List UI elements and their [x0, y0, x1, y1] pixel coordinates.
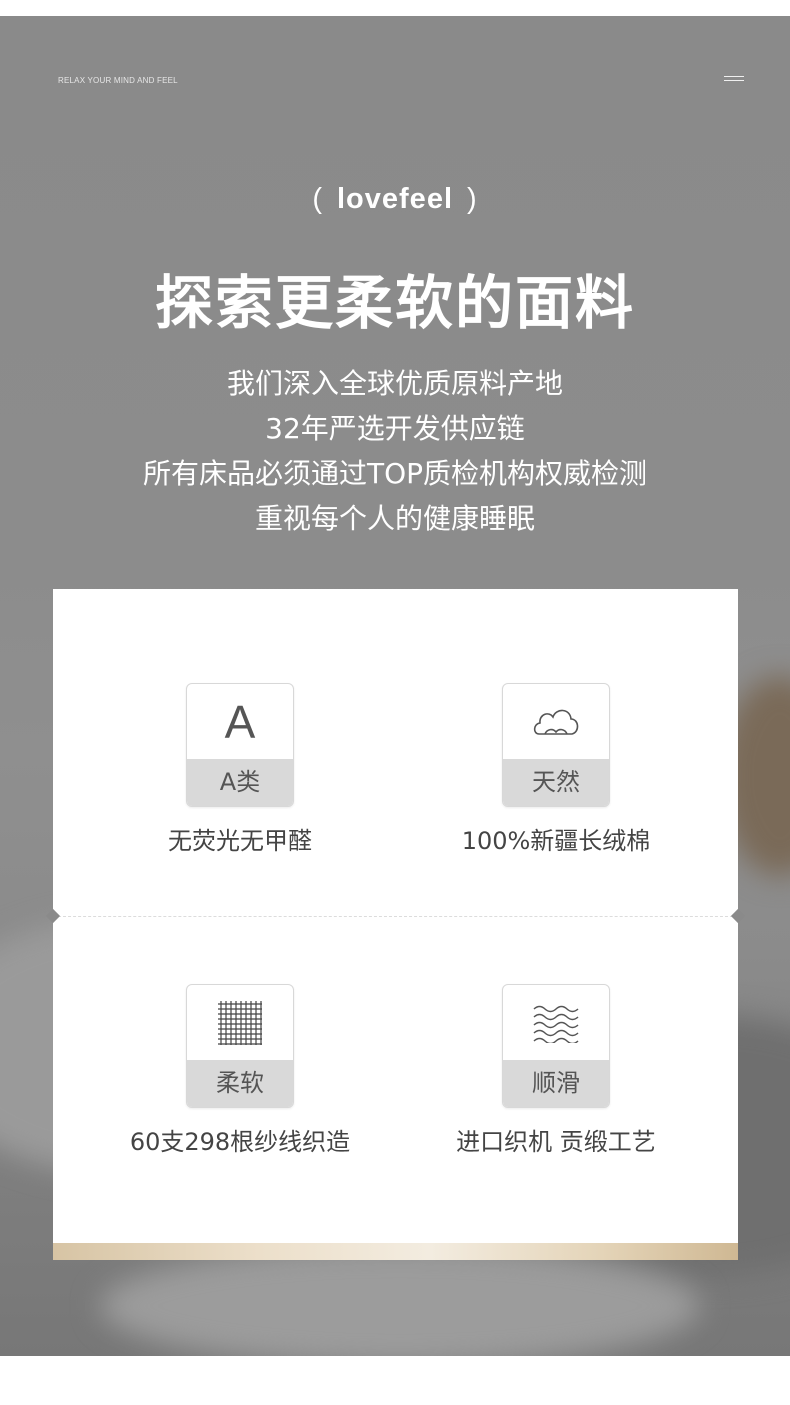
feature-caption: 60支298根纱线织造 — [129, 1128, 351, 1156]
feature-badge: 顺滑 — [502, 984, 610, 1108]
brand-right-paren: ) — [467, 183, 478, 215]
brand-name: lovefeel — [337, 183, 453, 215]
feature-caption: 进口织机 贡缎工艺 — [456, 1128, 656, 1156]
feature-item-natural: 天然 100%新疆长绒棉 — [426, 683, 686, 856]
description-line: 我们深入全球优质原料产地 — [226, 367, 563, 400]
feature-item-smooth: 顺滑 进口织机 贡缎工艺 — [426, 984, 686, 1157]
feature-item-soft: 柔软 60支298根纱线织造 — [110, 984, 370, 1157]
letter-a-icon: A — [187, 684, 293, 759]
feature-badge: 天然 — [502, 683, 610, 807]
brand-title: ( lovefeel) — [0, 183, 790, 216]
badge-label: 柔软 — [187, 1060, 293, 1107]
badge-label: A类 — [187, 759, 293, 806]
feature-caption: 100%新疆长绒棉 — [461, 827, 651, 855]
feature-item-a-class: A A类 无荧光无甲醛 — [110, 683, 370, 856]
header-tagline: RELAX YOUR MIND AND FEEL — [58, 76, 178, 85]
page-headline: 探索更柔软的面料 — [154, 269, 635, 337]
letter-a-glyph: A — [224, 695, 256, 748]
hero-description: 我们深入全球优质原料产地 32年严选开发供应链 所有床品必须通过TOP质检机构权… — [0, 361, 790, 541]
description-line: 重视每个人的健康睡眠 — [254, 502, 535, 535]
page: RELAX YOUR MIND AND FEEL ( lovefeel) 探索更柔… — [0, 0, 790, 1405]
features-card: A A类 无荧光无甲醛 天然 100%新疆长绒棉 柔软 60支298根纱线织造 … — [45, 589, 746, 1259]
card-divider — [53, 916, 738, 917]
card-gold-strip — [53, 1243, 738, 1260]
description-line: 32年严选开发供应链 — [265, 412, 525, 445]
feature-caption: 无荧光无甲醛 — [168, 827, 312, 855]
hamburger-menu-icon[interactable] — [724, 76, 744, 84]
bedding-fold-bottom — [100, 1246, 700, 1356]
brand-left-paren: ( — [312, 183, 323, 215]
description-line: 所有床品必须通过TOP质检机构权威检测 — [142, 457, 648, 490]
feature-badge: 柔软 — [186, 984, 294, 1108]
cloud-icon — [503, 684, 609, 759]
feature-badge: A A类 — [186, 683, 294, 807]
badge-label: 顺滑 — [503, 1060, 609, 1107]
wave-lines-icon — [503, 985, 609, 1060]
badge-label: 天然 — [503, 759, 609, 806]
grid-weave-icon — [187, 985, 293, 1060]
